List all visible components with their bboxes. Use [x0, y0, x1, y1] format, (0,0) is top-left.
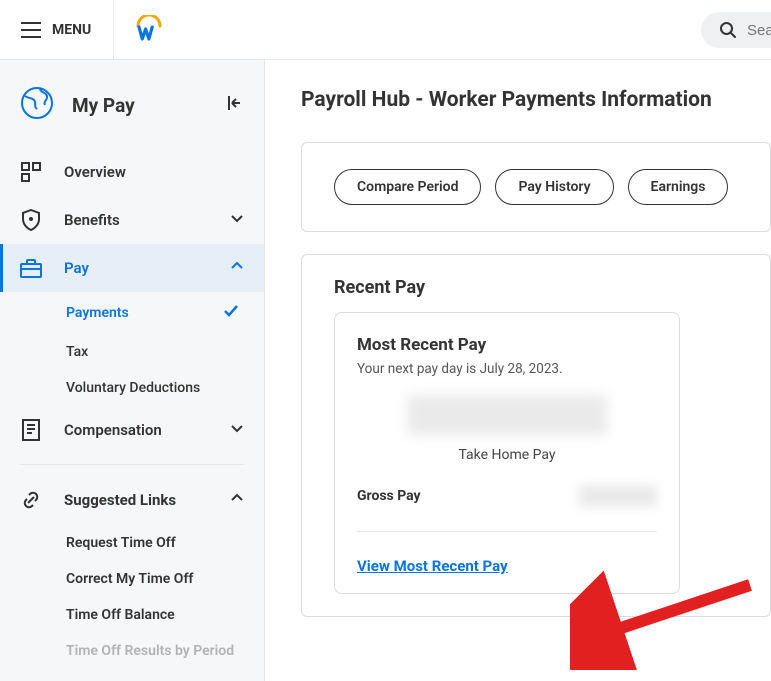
suggested-link-time-off-balance[interactable]: Time Off Balance: [0, 597, 264, 633]
recent-pay-card-title: Most Recent Pay: [357, 335, 657, 355]
check-icon: [222, 302, 240, 324]
take-home-label: Take Home Pay: [357, 447, 657, 463]
sidebar-item-compensation[interactable]: Compensation: [0, 406, 264, 454]
link-label: Correct My Time Off: [66, 571, 193, 587]
workday-logo[interactable]: [134, 15, 164, 45]
sidebar-header: My Pay: [0, 80, 264, 148]
chevron-up-icon: [230, 259, 244, 277]
link-label: Time Off Balance: [66, 607, 175, 623]
sidebar-item-label: Pay: [64, 259, 208, 277]
sidebar-subitem-voluntary-deductions[interactable]: Voluntary Deductions: [0, 370, 264, 406]
globe-icon: [20, 86, 54, 124]
collapse-sidebar-button[interactable]: [226, 94, 244, 116]
sidebar-subitem-label: Voluntary Deductions: [66, 380, 240, 396]
sidebar-subitem-label: Payments: [66, 305, 222, 321]
sidebar-item-label: Benefits: [64, 211, 208, 229]
earnings-button[interactable]: Earnings: [628, 169, 729, 205]
top-bar: MENU: [0, 0, 771, 60]
dashboard-icon: [20, 161, 42, 183]
sidebar-subitem-label: Tax: [66, 344, 240, 360]
vertical-divider: [113, 0, 114, 60]
sidebar-item-overview[interactable]: Overview: [0, 148, 264, 196]
recent-pay-heading: Recent Pay: [334, 277, 738, 298]
recent-pay-card: Most Recent Pay Your next pay day is Jul…: [334, 312, 680, 594]
link-label: Time Off Results by Period: [66, 643, 234, 659]
sidebar-item-label: Compensation: [64, 421, 208, 439]
menu-label: MENU: [52, 22, 91, 38]
pay-history-button[interactable]: Pay History: [495, 169, 613, 205]
search-icon: [717, 19, 739, 41]
hamburger-icon: [20, 19, 42, 41]
gross-pay-label: Gross Pay: [357, 488, 421, 504]
link-label: Request Time Off: [66, 535, 176, 551]
global-search[interactable]: [701, 12, 771, 48]
sidebar-title: My Pay: [72, 94, 135, 117]
sidebar-subitem-payments[interactable]: Payments: [0, 292, 264, 334]
sidebar-item-pay[interactable]: Pay: [0, 244, 264, 292]
redacted-gross-amount: [579, 485, 657, 507]
sidebar-item-benefits[interactable]: Benefits: [0, 196, 264, 244]
chevron-down-icon: [230, 211, 244, 229]
sidebar-item-label: Overview: [64, 163, 244, 181]
sidebar: My Pay Overview Benefits Pa: [0, 60, 265, 681]
shield-icon: [20, 209, 42, 231]
actions-card: Compare Period Pay History Earnings: [301, 142, 771, 232]
sidebar-subitem-tax[interactable]: Tax: [0, 334, 264, 370]
redacted-amount: [407, 395, 607, 435]
suggested-link-correct-my-time-off[interactable]: Correct My Time Off: [0, 561, 264, 597]
pill-label: Earnings: [651, 179, 706, 195]
pill-label: Pay History: [518, 179, 590, 195]
briefcase-icon: [20, 257, 42, 279]
recent-pay-section: Recent Pay Most Recent Pay Your next pay…: [301, 254, 771, 617]
pill-label: Compare Period: [357, 179, 458, 195]
sidebar-section-suggested-links[interactable]: Suggested Links: [0, 475, 264, 525]
link-icon: [20, 489, 42, 511]
chevron-down-icon: [230, 421, 244, 439]
menu-button[interactable]: MENU: [20, 19, 91, 41]
document-icon: [20, 419, 42, 441]
compare-period-button[interactable]: Compare Period: [334, 169, 481, 205]
sidebar-section-label: Suggested Links: [64, 491, 208, 509]
chevron-up-icon: [230, 491, 244, 509]
suggested-link-time-off-results[interactable]: Time Off Results by Period: [0, 633, 264, 669]
sidebar-divider: [20, 464, 244, 465]
suggested-link-request-time-off[interactable]: Request Time Off: [0, 525, 264, 561]
page-title: Payroll Hub - Worker Payments Informatio…: [301, 88, 771, 112]
next-pay-text: Your next pay day is July 28, 2023.: [357, 361, 657, 377]
search-input[interactable]: [747, 22, 771, 39]
main-content: Payroll Hub - Worker Payments Informatio…: [265, 60, 771, 681]
view-most-recent-pay-link[interactable]: View Most Recent Pay: [357, 557, 508, 575]
